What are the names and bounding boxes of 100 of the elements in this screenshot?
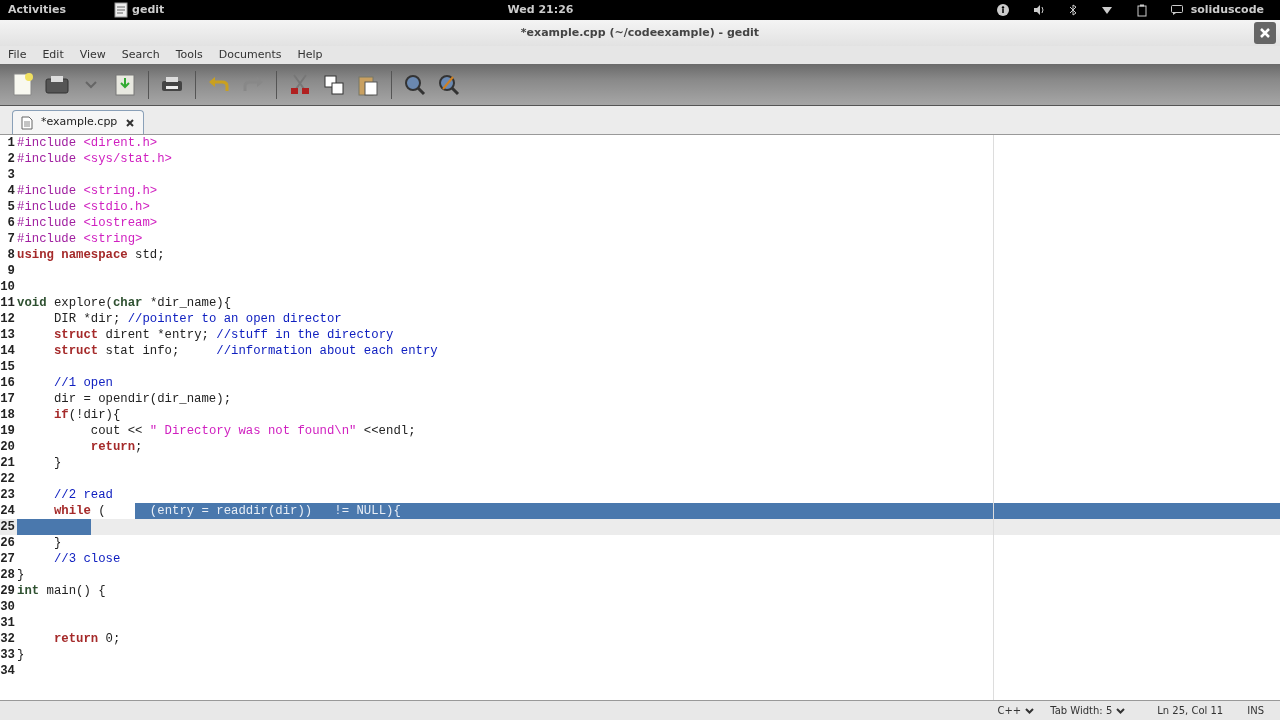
line-number: 24 <box>0 503 16 519</box>
line-number: 28 <box>0 567 16 583</box>
cursor-position: Ln 25, Col 11 <box>1157 704 1224 718</box>
volume-icon[interactable] <box>1032 4 1045 16</box>
type-keyword: char <box>112 295 143 311</box>
menu-item[interactable]: Search <box>121 46 160 64</box>
string-literal: <iostream> <box>83 215 158 231</box>
type-keyword: void <box>17 295 47 311</box>
network-icon[interactable] <box>1100 4 1113 16</box>
line-number: 23 <box>0 487 16 503</box>
line-number: 30 <box>0 599 16 615</box>
line-number: 25 <box>0 519 16 535</box>
keyword: using namespace <box>17 247 128 263</box>
code-comment: //3 close <box>53 551 121 567</box>
close-icon[interactable] <box>125 117 136 128</box>
preprocessor-directive: #include <box>17 151 78 167</box>
line-number: 17 <box>0 391 16 407</box>
code-text: main() { <box>46 583 106 599</box>
caret-icon <box>1116 707 1126 714</box>
string-literal: <string> <box>83 231 143 247</box>
string-literal: <sys/stat.h> <box>83 151 172 167</box>
line-number: 6 <box>6 215 16 231</box>
selected-text: (entry = readdir(dir)) != NULL){ <box>135 503 401 519</box>
keyword: return <box>90 439 136 455</box>
line-number: 20 <box>0 439 16 455</box>
line-number: 27 <box>0 551 16 567</box>
clock[interactable]: Wed 21:26 <box>164 1 917 19</box>
code-text: } <box>17 567 25 583</box>
line-number: 4 <box>6 183 16 199</box>
line-number: 3 <box>6 167 16 183</box>
document-tab[interactable]: *example.cpp <box>12 110 145 134</box>
line-number: 1 <box>6 135 16 151</box>
code-text: *dir_name){ <box>149 295 232 311</box>
string-literal: <stdio.h> <box>83 199 150 215</box>
line-number: 18 <box>0 407 16 423</box>
code-text: ; <box>135 439 143 455</box>
line-number: 19 <box>0 423 16 439</box>
code-text: explore( <box>53 295 113 311</box>
preprocessor-directive: #include <box>17 135 78 151</box>
line-number: 12 <box>0 311 16 327</box>
close-icon[interactable] <box>1254 22 1276 44</box>
string-literal: <string.h> <box>83 183 158 199</box>
battery-icon[interactable] <box>1136 3 1147 17</box>
line-number: 5 <box>6 199 16 215</box>
code-text: std; <box>135 247 165 263</box>
menu-item[interactable]: File <box>8 46 27 64</box>
bluetooth-icon[interactable] <box>1068 4 1077 16</box>
menu-item[interactable]: Tools <box>175 46 203 64</box>
accessibility-icon[interactable] <box>996 4 1009 16</box>
line-number: 10 <box>0 279 16 295</box>
code-comment: //pointer to an open director <box>127 311 342 327</box>
line-number: 31 <box>0 615 16 631</box>
keyword: if <box>53 407 69 423</box>
code-text: } <box>53 535 62 551</box>
line-number: 7 <box>6 231 16 247</box>
keyword: struct <box>53 327 99 343</box>
line-number: 32 <box>0 631 16 647</box>
keyword: return <box>53 631 99 647</box>
caret-icon <box>1025 707 1035 714</box>
menu-item[interactable]: Help <box>297 46 323 64</box>
code-text: DIR *dir; <box>53 311 122 327</box>
line-number: 26 <box>0 535 16 551</box>
line-number: 15 <box>0 359 16 375</box>
menu-item[interactable]: View <box>79 46 106 64</box>
code-comment: //information about each entry <box>216 343 438 359</box>
code-comment: //1 open <box>53 375 113 391</box>
code-text: (!dir){ <box>68 407 121 423</box>
line-number: 8 <box>6 247 16 263</box>
string-literal: " Directory was not found\n" <box>149 423 357 439</box>
user-menu[interactable]: soliduscode <box>1190 1 1264 19</box>
menu-item[interactable]: Edit <box>42 46 64 64</box>
line-number: 16 <box>0 375 16 391</box>
code-comment: //2 read <box>53 487 113 503</box>
code-text: stat info; <box>105 343 181 359</box>
code-text: cout << <box>90 423 144 439</box>
code-comment: //stuff in the directory <box>216 327 394 343</box>
line-number: 33 <box>0 647 16 663</box>
line-number: 9 <box>6 263 16 279</box>
type-keyword: int <box>17 583 40 599</box>
line-number: 14 <box>0 343 16 359</box>
code-text: } <box>53 455 62 471</box>
code-text: dir = opendir(dir_name); <box>53 391 231 407</box>
activities-button[interactable]: Activities <box>8 1 67 19</box>
menu-item[interactable]: Documents <box>218 46 282 64</box>
app-menu[interactable]: gedit <box>132 1 165 19</box>
line-number: 29 <box>0 583 16 599</box>
window-title: *example.cpp (~/codeexample) - gedit <box>520 24 760 41</box>
code-text: dirent *entry; <box>105 327 210 343</box>
language-dropdown[interactable]: C++ <box>997 703 1035 718</box>
tab-width-dropdown[interactable]: Tab Width: 5 <box>1050 703 1126 718</box>
document-icon <box>114 2 129 18</box>
line-number: 21 <box>0 455 16 471</box>
keyword: while <box>53 503 91 519</box>
line-number: 11 <box>0 295 16 311</box>
preprocessor-directive: #include <box>17 183 78 199</box>
code-text: ( <box>98 503 107 519</box>
preprocessor-directive: #include <box>17 231 78 247</box>
line-number: 34 <box>0 663 16 679</box>
string-literal: <dirent.h> <box>83 135 158 151</box>
chat-icon <box>1170 5 1183 15</box>
